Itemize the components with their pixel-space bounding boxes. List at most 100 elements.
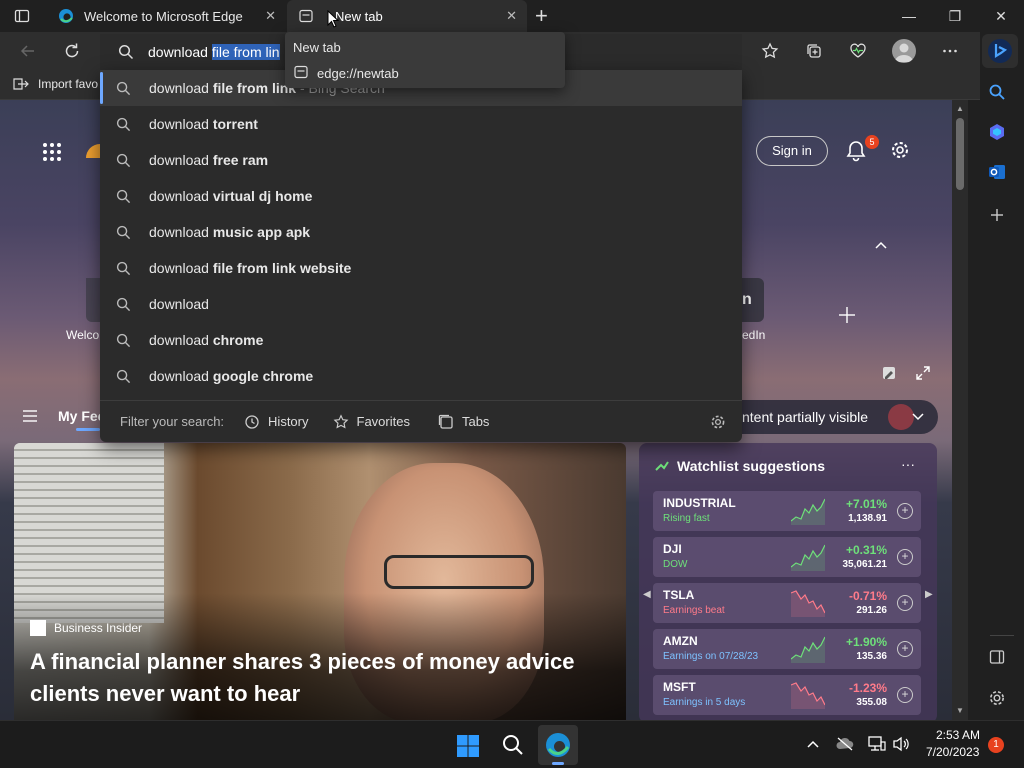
add-sidebar-app-icon[interactable] xyxy=(989,207,1005,223)
edit-background-icon[interactable] xyxy=(882,366,896,380)
add-to-watchlist-icon[interactable]: + xyxy=(897,503,913,519)
scroll-up-arrow[interactable]: ▲ xyxy=(956,104,964,113)
sidebar-search-icon[interactable] xyxy=(988,83,1006,101)
news-card[interactable]: Business Insider A financial planner sha… xyxy=(14,443,626,720)
watchlist-row[interactable]: INDUSTRIAL Rising fast +7.01% 1,138.91 + xyxy=(653,491,921,531)
favorites-star-icon[interactable] xyxy=(754,35,786,67)
close-button[interactable]: ✕ xyxy=(978,0,1024,32)
add-to-watchlist-icon[interactable]: + xyxy=(897,641,913,657)
suggestion-completion: file from link website xyxy=(212,260,352,276)
add-quick-link-icon[interactable] xyxy=(838,306,856,324)
back-icon[interactable] xyxy=(12,35,44,67)
suggestion-item[interactable]: download music app apk xyxy=(100,214,742,250)
network-icon[interactable] xyxy=(868,736,886,752)
outlook-icon[interactable] xyxy=(988,163,1006,181)
collections-icon[interactable] xyxy=(798,35,830,67)
quick-link-welcome-tile[interactable] xyxy=(86,278,100,322)
stock-subtitle: DOW xyxy=(663,559,688,570)
minimize-button[interactable]: — xyxy=(886,0,932,32)
tab-close-icon[interactable]: ✕ xyxy=(265,8,276,24)
windows-taskbar: 2:53 AM 7/20/2023 1 xyxy=(0,720,1024,768)
volume-icon[interactable] xyxy=(892,736,910,752)
hamburger-menu-icon[interactable] xyxy=(22,410,38,422)
windows-start-icon[interactable] xyxy=(456,734,480,758)
collapse-chevron-up-icon[interactable] xyxy=(874,240,888,250)
stock-price: 291.26 xyxy=(856,605,887,616)
weather-icon xyxy=(86,144,100,158)
prev-arrow-icon[interactable]: ◀ xyxy=(643,589,651,600)
watchlist-row[interactable]: DJI DOW +0.31% 35,061.21 + xyxy=(653,537,921,577)
suggestion-settings-icon[interactable] xyxy=(710,414,726,430)
suggestion-item[interactable]: download torrent xyxy=(100,106,742,142)
suggestion-item[interactable]: download free ram xyxy=(100,142,742,178)
tab-new-tab[interactable]: New tab ✕ xyxy=(287,0,527,32)
page-scrollbar[interactable]: ▲ ▼ xyxy=(952,100,968,720)
taskbar-search-icon[interactable] xyxy=(502,734,524,756)
mouse-cursor xyxy=(327,10,339,28)
clock-date[interactable]: 7/20/2023 xyxy=(926,745,979,759)
filter-history-button[interactable]: History xyxy=(244,414,309,430)
watchlist-row[interactable]: TSLA Earnings beat -0.71% 291.26 + xyxy=(653,583,921,623)
sparkline-chart xyxy=(791,682,825,709)
sidebar-copilot-icon[interactable] xyxy=(988,123,1006,141)
stock-symbol: MSFT xyxy=(663,680,696,694)
more-options-icon[interactable] xyxy=(934,35,966,67)
refresh-icon[interactable] xyxy=(56,35,88,67)
add-to-watchlist-icon[interactable]: + xyxy=(897,549,913,565)
filter-tabs-button[interactable]: Tabs xyxy=(438,414,489,430)
my-feed-tab[interactable]: My Fee xyxy=(58,408,105,424)
page-settings-gear-icon[interactable] xyxy=(890,140,910,160)
visibility-decor-icon xyxy=(888,404,914,430)
import-favorites-button[interactable]: Import favo xyxy=(12,76,98,92)
suggestion-completion: chrome xyxy=(212,332,264,348)
suggestion-prefix: download xyxy=(149,188,213,204)
quick-link-linkedin-tile[interactable]: n xyxy=(742,278,764,322)
add-to-watchlist-icon[interactable]: + xyxy=(897,687,913,703)
sign-in-button[interactable]: Sign in xyxy=(756,136,828,166)
notification-center-badge[interactable]: 1 xyxy=(988,737,1004,753)
profile-avatar[interactable] xyxy=(892,39,916,63)
hide-sidebar-icon[interactable] xyxy=(989,649,1005,665)
stock-change: -0.71% xyxy=(848,589,887,603)
watchlist-more-icon[interactable]: ··· xyxy=(901,456,915,472)
suggestion-item[interactable]: download file from link website xyxy=(100,250,742,286)
add-to-watchlist-icon[interactable]: + xyxy=(897,595,913,611)
suggestion-completion: free ram xyxy=(212,152,269,168)
next-arrow-icon[interactable]: ▶ xyxy=(925,589,933,600)
suggestion-completion: google chrome xyxy=(212,368,314,384)
restore-button[interactable]: ❐ xyxy=(932,0,978,32)
clock-time[interactable]: 2:53 AM xyxy=(936,728,980,742)
filter-favorites-button[interactable]: Favorites xyxy=(333,413,410,430)
scroll-down-arrow[interactable]: ▼ xyxy=(956,706,964,715)
onedrive-offline-icon[interactable] xyxy=(836,737,854,751)
tab-welcome[interactable]: Welcome to Microsoft Edge ✕ xyxy=(46,0,286,32)
new-tab-button[interactable]: + xyxy=(535,3,548,29)
browser-essentials-icon[interactable] xyxy=(842,35,874,67)
suggestion-item[interactable]: download xyxy=(100,286,742,322)
expand-icon[interactable] xyxy=(916,366,930,380)
notifications-bell-icon[interactable] xyxy=(846,140,866,162)
tray-chevron-up-icon[interactable] xyxy=(806,739,820,749)
stock-change: +7.01% xyxy=(845,497,887,511)
article-headline-line2[interactable]: clients never want to hear xyxy=(30,681,300,707)
taskbar-edge-icon[interactable] xyxy=(538,725,578,765)
article-headline-line1[interactable]: A financial planner shares 3 pieces of m… xyxy=(30,649,575,675)
tab-actions-icon[interactable] xyxy=(14,8,30,24)
sparkline-chart xyxy=(791,544,825,571)
watchlist-row[interactable]: MSFT Earnings in 5 days -1.23% 355.08 + xyxy=(653,675,921,715)
suggestion-item[interactable]: download google chrome xyxy=(100,358,742,394)
search-icon xyxy=(100,261,146,276)
suggestion-item[interactable]: download virtual dj home xyxy=(100,178,742,214)
sidebar-settings-icon[interactable] xyxy=(988,689,1006,707)
tab-close-icon[interactable]: ✕ xyxy=(506,8,517,24)
scroll-thumb[interactable] xyxy=(956,118,964,190)
stock-subtitle: Earnings on 07/28/23 xyxy=(663,651,759,662)
watchlist-row[interactable]: AMZN Earnings on 07/28/23 +1.90% 135.36 + xyxy=(653,629,921,669)
suggestion-item[interactable]: download chrome xyxy=(100,322,742,358)
edge-sidebar xyxy=(980,32,1024,720)
stock-subtitle: Rising fast xyxy=(663,513,710,524)
suggestion-prefix: download xyxy=(149,152,213,168)
suggestion-completion: file from link xyxy=(212,80,297,96)
copilot-icon[interactable] xyxy=(982,34,1018,68)
app-launcher-icon[interactable] xyxy=(42,142,62,162)
